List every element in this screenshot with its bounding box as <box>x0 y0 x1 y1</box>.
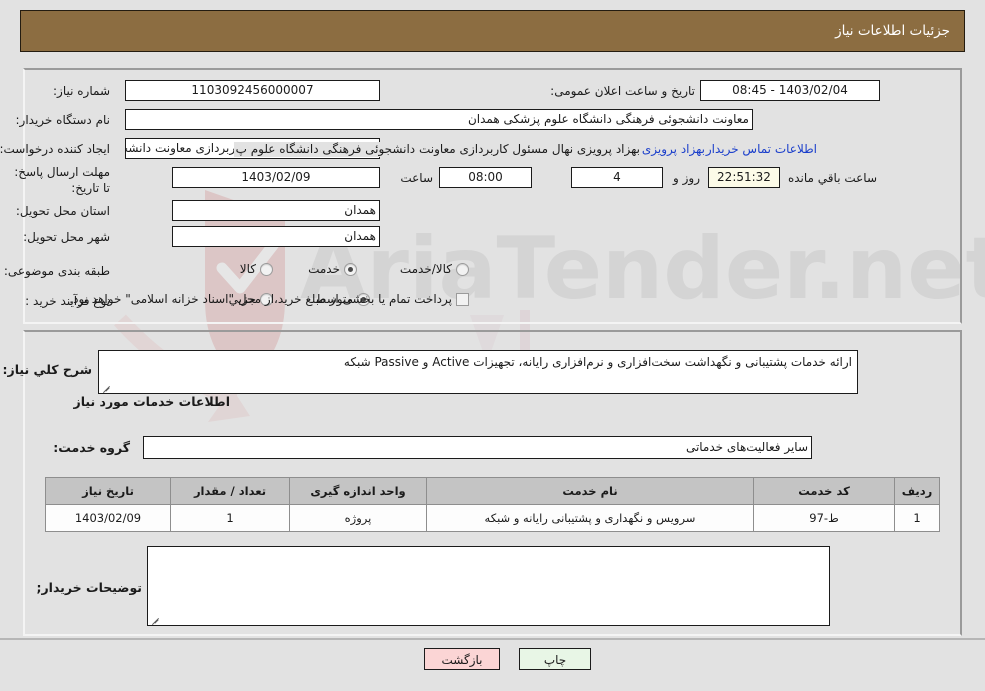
buyer-notes-textarea[interactable] <box>147 546 830 626</box>
resize-grip-icon[interactable] <box>101 382 111 392</box>
service-group-value: سایر فعالیت‌های خدماتی <box>143 436 812 459</box>
col-quantity: تعداد / مقدار <box>170 477 290 505</box>
deadline-date-value: 1403/02/09 <box>172 167 380 188</box>
need-details-page: AriaTender.net جزئیات اطلاعات نیاز شماره… <box>0 0 985 691</box>
col-service-name: نام خدمت <box>426 477 754 505</box>
days-remaining-value: 4 <box>571 167 663 188</box>
buyer-notes-label: توضیحات خریدار; <box>36 580 142 595</box>
table-row: 1 ط-97 سرویس و نگهداری و پشتیبانی رایانه… <box>45 504 940 532</box>
treasury-docs-label: پرداخت تمام یا بخشی از مبلغ خرید،از محل … <box>69 292 452 306</box>
footer-divider <box>0 638 985 640</box>
category-option-goods-service[interactable]: کالا/خدمت <box>400 262 469 276</box>
radio-service[interactable] <box>344 262 357 276</box>
announce-datetime-value: 1403/02/04 - 08:45 <box>700 80 880 101</box>
table-header-row: ردیف کد خدمت نام خدمت واحد اندازه گیری ت… <box>45 477 940 505</box>
radio-goods-service[interactable] <box>456 262 469 276</box>
top-info-panel <box>23 68 962 324</box>
cell-row-no: 1 <box>894 504 940 532</box>
buyer-org-value: معاونت دانشجوئی فرهنگی دانشگاه علوم پزشک… <box>125 109 753 130</box>
service-group-label: گروه خدمت: <box>53 440 130 455</box>
category-label: طبقه بندی موضوعی: <box>3 264 110 278</box>
deadline-time-label: ساعت <box>400 171 433 185</box>
announce-datetime-label: تاریخ و ساعت اعلان عمومی: <box>550 84 695 98</box>
category-option-service[interactable]: خدمت <box>308 262 357 276</box>
description-text: ارائه خدمات پشتیبانی و نگهداشت سخت‌افزار… <box>343 355 852 369</box>
buyer-org-label: نام دستگاه خریدار: <box>15 113 111 127</box>
category-option-goods-label: کالا <box>239 262 256 276</box>
creator-label: ایجاد کننده درخواست: <box>0 142 110 156</box>
deadline-label: مهلت ارسال پاسخ: تا تاریخ: <box>14 165 110 195</box>
timer-label: ساعت باقي مانده <box>787 171 877 185</box>
days-label: روز و <box>673 171 700 185</box>
countdown-timer-value: 22:51:32 <box>708 167 780 188</box>
category-option-goods-service-label: کالا/خدمت <box>399 262 452 276</box>
category-option-goods[interactable]: کالا <box>240 262 273 276</box>
services-section-heading: اطلاعات خدمات مورد نیاز <box>73 394 231 409</box>
col-unit: واحد اندازه گیری <box>289 477 427 505</box>
cell-service-code: ط-97 <box>753 504 895 532</box>
need-number-label: شماره نیاز: <box>53 84 110 98</box>
category-option-service-label: خدمت <box>308 262 340 276</box>
buyer-contact-link[interactable]: اطلاعات تماس خریدار <box>706 142 817 156</box>
province-label: استان محل تحویل: <box>15 204 110 218</box>
city-value: همدان <box>172 226 380 247</box>
creator-overflow-mask: بهزاد پرویزی نهال مسئول کاربردازی معاونت… <box>233 142 640 157</box>
treasury-docs-checkbox-row[interactable]: پرداخت تمام یا بخشی از مبلغ خرید،از محل … <box>69 292 469 306</box>
radio-goods[interactable] <box>260 262 273 276</box>
resize-grip-icon-notes[interactable] <box>150 614 160 624</box>
cell-need-date: 1403/02/09 <box>45 504 171 532</box>
back-button[interactable]: بازگشت <box>424 648 500 670</box>
description-textarea[interactable]: ارائه خدمات پشتیبانی و نگهداشت سخت‌افزار… <box>98 350 858 394</box>
cell-service-name: سرویس و نگهداری و پشتیبانی رایانه و شبکه <box>426 504 754 532</box>
deadline-time-value: 08:00 <box>439 167 532 188</box>
description-label: شرح کلي نیاز: <box>2 362 92 377</box>
city-label: شهر محل تحویل: <box>23 230 110 244</box>
cell-unit: پروژه <box>289 504 427 532</box>
col-row-no: ردیف <box>894 477 940 505</box>
page-title: جزئیات اطلاعات نیاز <box>835 23 950 39</box>
page-title-bar: جزئیات اطلاعات نیاز <box>20 10 965 52</box>
col-need-date: تاریخ نیاز <box>45 477 171 505</box>
need-number-value: 1103092456000007 <box>125 80 380 101</box>
print-button[interactable]: چاپ <box>519 648 591 670</box>
checkbox-treasury-docs[interactable] <box>456 292 469 306</box>
cell-quantity: 1 <box>170 504 290 532</box>
col-service-code: کد خدمت <box>753 477 895 505</box>
items-table: ردیف کد خدمت نام خدمت واحد اندازه گیری ت… <box>45 477 940 532</box>
province-value: همدان <box>172 200 380 221</box>
